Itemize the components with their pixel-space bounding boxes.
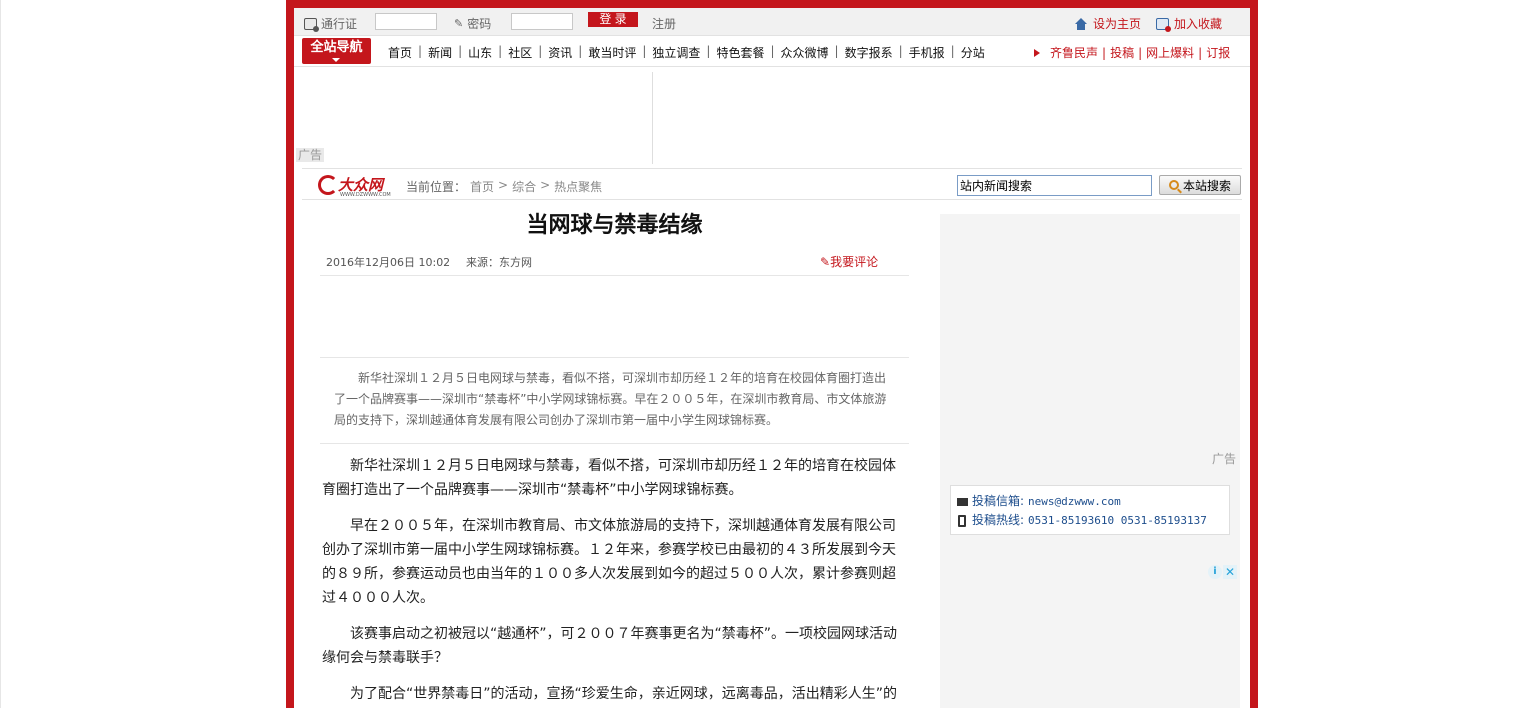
- passport-input[interactable]: [375, 13, 437, 30]
- nav-item-special[interactable]: 特色套餐: [710, 44, 770, 61]
- pencil-icon: ✎: [454, 17, 464, 30]
- logo-swirl-icon: [318, 175, 338, 195]
- page-left-border: [0, 0, 1, 708]
- ad-close-icon[interactable]: ✕: [1223, 565, 1237, 579]
- site-logo[interactable]: 大众网 WWW.DZWWW.COM: [318, 175, 391, 198]
- phone-row: 投稿热线: 0531-85193610 0531-85193137: [957, 511, 1223, 530]
- nav-item-digital-paper[interactable]: 数字报系: [839, 44, 899, 61]
- article-source: 来源：东方网: [466, 256, 532, 269]
- nav-links: 首页 | 新闻 | 山东 | 社区 | 资讯 | 敢当时评 | 独立调查 | 特色套餐 | 众众…: [382, 44, 991, 61]
- ad-label: 广告: [296, 148, 325, 162]
- article-paragraph: 新华社深圳１２月５日电网球与禁毒，看似不搭，可深圳市却历经１２年的培育在校园体育…: [322, 458, 896, 498]
- set-home-label: 设为主页: [1093, 17, 1142, 31]
- password-label-group: ✎ 密码: [454, 15, 491, 32]
- site-search-input[interactable]: [957, 175, 1152, 196]
- all-sites-button[interactable]: 全站导航: [302, 38, 371, 64]
- nav-right-voice[interactable]: 齐鲁民声: [1050, 44, 1098, 61]
- article-summary: 新华社深圳１２月５日电网球与禁毒，看似不搭，可深圳市却历经１２年的培育在校园体育…: [320, 358, 909, 444]
- article-paragraph: 为了配合“世界禁毒日”的活动，宣扬“珍爱生命，亲近网球，远离毒品，活出精彩人生”…: [350, 686, 898, 702]
- login-button[interactable]: 登 录: [588, 12, 638, 27]
- nav-item-community[interactable]: 社区: [502, 44, 538, 61]
- article: 当网球与禁毒结缘 2016年12月06日 10:02 来源：东方网 ✎我要评论 …: [320, 208, 909, 708]
- email-value[interactable]: news@dzwww.com: [1028, 492, 1121, 511]
- nav-right-report[interactable]: 网上爆料: [1146, 44, 1194, 61]
- passport-label-group: 通行证: [304, 15, 357, 32]
- breadcrumb-sep: >: [498, 178, 509, 192]
- sidebar: 广告 投稿信箱: news@dzwww.com 投稿热线: 0531-85193…: [940, 214, 1240, 708]
- site-search-button[interactable]: 本站搜索: [1159, 175, 1241, 195]
- breadcrumb-home[interactable]: 首页: [470, 178, 494, 195]
- breadcrumb: 当前位置： 首页 > 综合 > 热点聚焦: [406, 178, 602, 195]
- article-title: 当网球与禁毒结缘: [526, 212, 703, 238]
- sidebar-ad-label: 广告: [1212, 452, 1237, 466]
- user-icon: [304, 17, 319, 32]
- breadcrumb-general[interactable]: 综合: [512, 178, 536, 195]
- passport-label: 通行证: [321, 17, 358, 31]
- article-body: 新华社深圳１２月５日电网球与禁毒，看似不搭，可深圳市却历经１２年的培育在校园体育…: [320, 454, 909, 708]
- ad-choices: i ✕: [1208, 565, 1237, 579]
- search-icon: [1168, 180, 1179, 190]
- top-bar: 通行证 ✎ 密码 登 录 注册 设为主页 加入收藏: [294, 8, 1250, 36]
- add-favorite-link[interactable]: 加入收藏: [1156, 15, 1222, 32]
- nav-item-shandong[interactable]: 山东: [462, 44, 498, 61]
- password-input[interactable]: [511, 13, 573, 30]
- nav-item-substations[interactable]: 分站: [955, 44, 991, 61]
- nav-item-info[interactable]: 资讯: [542, 44, 578, 61]
- pencil-icon: ✎: [820, 255, 831, 269]
- nav-item-investigation[interactable]: 独立调查: [646, 44, 706, 61]
- comment-label: 我要评论: [830, 255, 879, 269]
- mail-icon: [957, 497, 968, 506]
- nav-item-home[interactable]: 首页: [382, 44, 418, 61]
- nav-item-mobile-paper[interactable]: 手机报: [903, 44, 951, 61]
- article-meta: 2016年12月06日 10:02 来源：东方网 ✎我要评论: [320, 250, 909, 276]
- article-ad-space: [320, 276, 909, 358]
- phone-value: 0531-85193610 0531-85193137: [1028, 514, 1207, 527]
- ad-divider: [652, 72, 653, 164]
- location-bar: 大众网 WWW.DZWWW.COM 当前位置： 首页 > 综合 > 热点聚焦 本…: [302, 168, 1242, 200]
- nav-item-news[interactable]: 新闻: [422, 44, 458, 61]
- page-frame: 通行证 ✎ 密码 登 录 注册 设为主页 加入收藏 全站导航 首页 | 新闻 |…: [286, 0, 1258, 708]
- nav-item-weibo[interactable]: 众众微博: [775, 44, 835, 61]
- breadcrumb-sep: >: [540, 178, 551, 192]
- ad-info-icon[interactable]: i: [1208, 565, 1222, 579]
- nav-item-commentary[interactable]: 敢当时评: [582, 44, 642, 61]
- search-button-label: 本站搜索: [1182, 178, 1231, 193]
- phone-label: 投稿热线:: [972, 513, 1025, 527]
- add-favorite-label: 加入收藏: [1174, 17, 1223, 31]
- comment-link[interactable]: ✎我要评论: [820, 253, 878, 270]
- email-label: 投稿信箱:: [972, 494, 1025, 508]
- article-paragraph: 该赛事启动之初被冠以“越通杯”，可２００７年赛事更名为“禁毒杯”。一项校园网球活…: [322, 626, 898, 666]
- home-icon: [1074, 17, 1088, 30]
- logo-subtext: WWW.DZWWW.COM: [340, 192, 391, 198]
- arrow-right-icon: [1034, 48, 1040, 57]
- contribution-box: 投稿信箱: news@dzwww.com 投稿热线: 0531-85193610…: [950, 485, 1230, 535]
- page-inner: 通行证 ✎ 密码 登 录 注册 设为主页 加入收藏 全站导航 首页 | 新闻 |…: [294, 8, 1250, 708]
- breadcrumb-hot[interactable]: 热点聚焦: [554, 178, 602, 195]
- phone-icon: [958, 514, 966, 527]
- chevron-down-icon: [332, 58, 340, 62]
- main-nav: 全站导航 首页 | 新闻 | 山东 | 社区 | 资讯 | 敢当时评 | 独立调查 | 特色套…: [294, 37, 1250, 67]
- top-ad-area: 广告: [294, 68, 1250, 168]
- favorite-icon: [1156, 17, 1171, 32]
- nav-right-subscribe[interactable]: 订报: [1206, 44, 1230, 61]
- all-sites-label: 全站导航: [310, 40, 363, 55]
- nav-right-submit[interactable]: 投稿: [1110, 44, 1134, 61]
- register-link[interactable]: 注册: [652, 15, 676, 32]
- breadcrumb-prefix: 当前位置：: [406, 180, 467, 194]
- article-date: 2016年12月06日 10:02: [326, 256, 451, 269]
- nav-right-links: 齐鲁民声 | 投稿 | 网上爆料 | 订报: [1034, 44, 1230, 61]
- email-row: 投稿信箱: news@dzwww.com: [957, 492, 1223, 511]
- set-home-link[interactable]: 设为主页: [1074, 15, 1141, 32]
- article-paragraph: 早在２００５年，在深圳市教育局、市文体旅游局的支持下，深圳越通体育发展有限公司创…: [322, 518, 896, 606]
- password-label: 密码: [467, 17, 492, 31]
